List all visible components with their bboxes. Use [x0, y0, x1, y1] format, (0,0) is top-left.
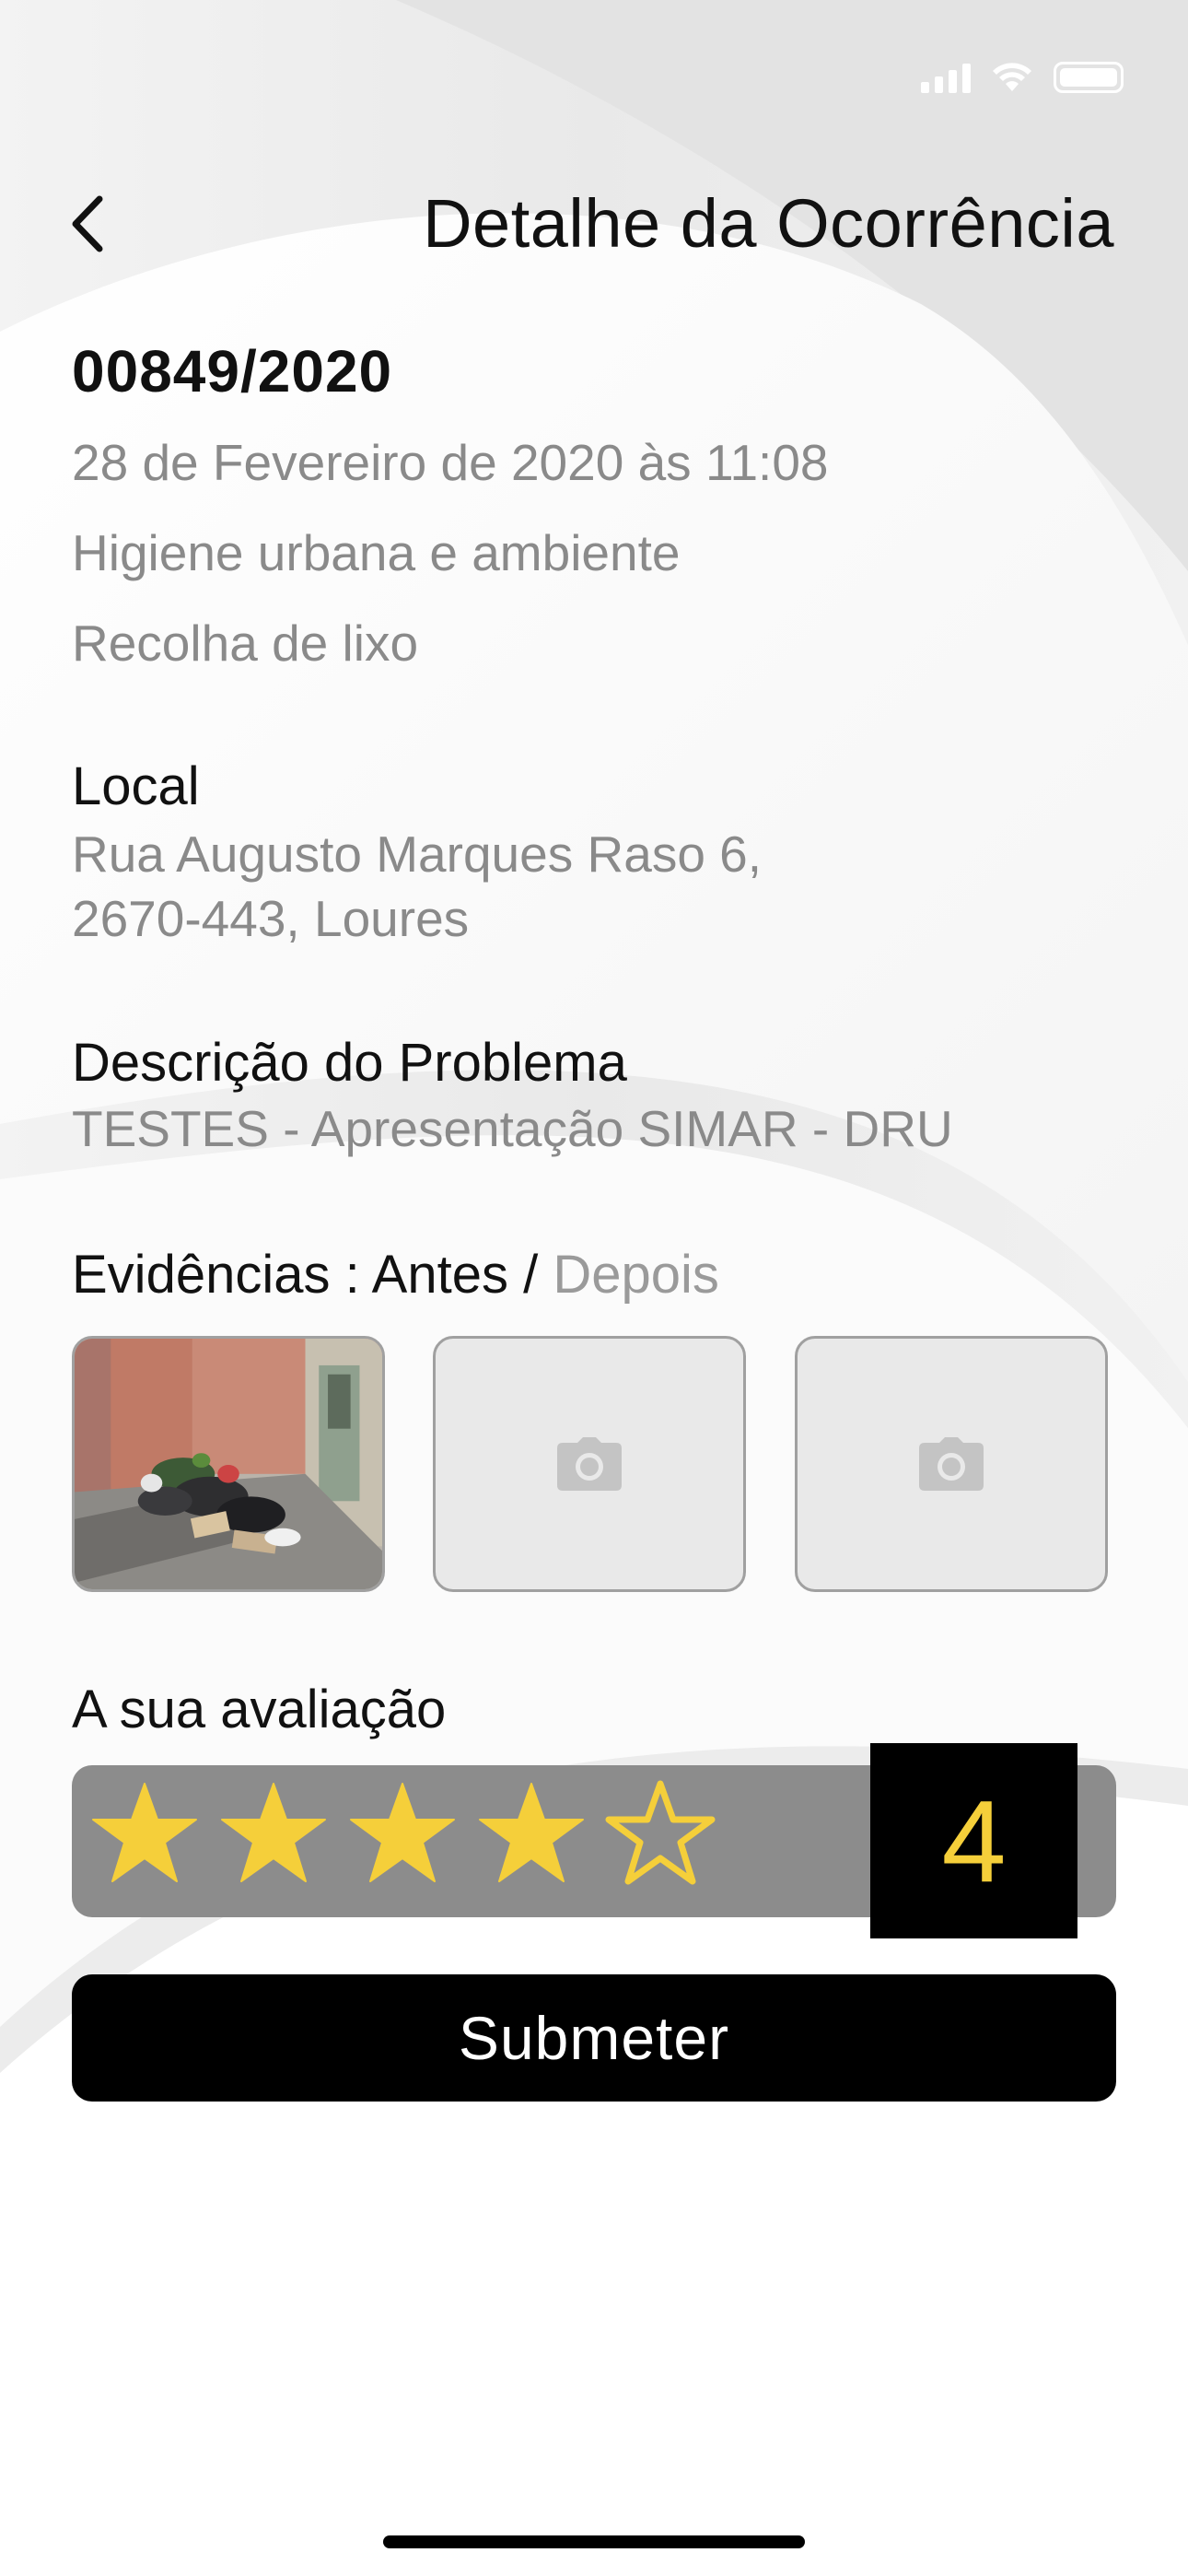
star-filled-icon[interactable] [217, 1778, 330, 1891]
star-filled-icon[interactable] [88, 1778, 201, 1891]
rating-score: 4 [941, 1775, 1007, 1906]
rating-score-box: 4 [870, 1743, 1077, 1938]
tab-separator: / [507, 1245, 553, 1305]
home-indicator [383, 2535, 805, 2548]
occurrence-datetime: 28 de Fevereiro de 2020 às 11:08 [72, 434, 829, 491]
wifi-icon [993, 63, 1031, 91]
star-filled-icon[interactable] [475, 1778, 588, 1891]
tab-after[interactable]: Depois [553, 1245, 719, 1305]
description-label: Descrição do Problema [72, 1033, 627, 1093]
rating-label: A sua avaliação [72, 1680, 447, 1739]
camera-icon [557, 1437, 622, 1491]
evidence-photo-slot-3[interactable] [795, 1336, 1108, 1592]
description-text: TESTES - Apresentação SIMAR - DRU [72, 1100, 953, 1157]
submit-button[interactable]: Submeter [72, 1974, 1116, 2102]
tab-before[interactable]: Antes [372, 1245, 508, 1305]
star-empty-icon[interactable] [604, 1778, 716, 1891]
location-address: Rua Augusto Marques Raso 6, 2670-443, Lo… [72, 822, 1112, 951]
occurrence-category: Higiene urbana e ambiente [72, 524, 681, 581]
cellular-signal-icon [921, 62, 971, 93]
location-line-1: Rua Augusto Marques Raso 6, [72, 825, 763, 883]
occurrence-subcategory: Recolha de lixo [72, 615, 419, 672]
evidence-photo-1[interactable] [72, 1336, 385, 1592]
location-label: Local [72, 756, 200, 816]
star-rating[interactable] [88, 1778, 716, 1891]
camera-icon [919, 1437, 984, 1491]
evidence-photo-slot-2[interactable] [433, 1336, 746, 1592]
location-line-2: 2670-443, Loures [72, 890, 470, 947]
battery-icon [1054, 62, 1124, 93]
page-title: Detalhe da Ocorrência [423, 185, 1114, 262]
evidence-label: Evidências : [72, 1245, 372, 1305]
occurrence-number: 00849/2020 [72, 338, 393, 404]
evidence-header: Evidências : Antes / Depois [72, 1244, 719, 1306]
street-trash-photo [75, 1339, 382, 1589]
status-bar [921, 59, 1124, 96]
chevron-left-icon[interactable] [64, 192, 111, 256]
star-filled-icon[interactable] [346, 1778, 459, 1891]
